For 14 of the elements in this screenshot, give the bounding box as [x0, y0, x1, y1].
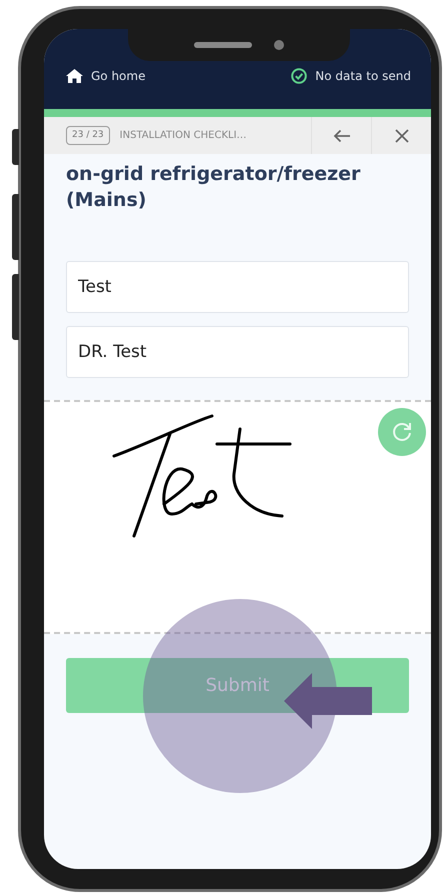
- home-icon: [66, 69, 83, 83]
- sync-status: No data to send: [315, 68, 411, 85]
- question-title: on-grid refrigerator/freezer (Mains): [65, 162, 362, 213]
- step-counter: 23 / 23: [66, 126, 110, 146]
- left-arrow-icon: [332, 128, 350, 142]
- pointer-arrow-icon: [284, 673, 374, 729]
- text-input-field[interactable]: Test: [66, 261, 409, 314]
- checklist-title: INSTALLATION CHECKLI…: [120, 129, 247, 143]
- text-input-field[interactable]: DR. Test: [66, 326, 409, 378]
- check-circle-icon: [291, 68, 308, 84]
- reset-button[interactable]: [378, 408, 426, 456]
- close-icon: [394, 128, 408, 142]
- go-home-link[interactable]: Go home: [66, 67, 146, 85]
- signature-pad[interactable]: [44, 400, 431, 634]
